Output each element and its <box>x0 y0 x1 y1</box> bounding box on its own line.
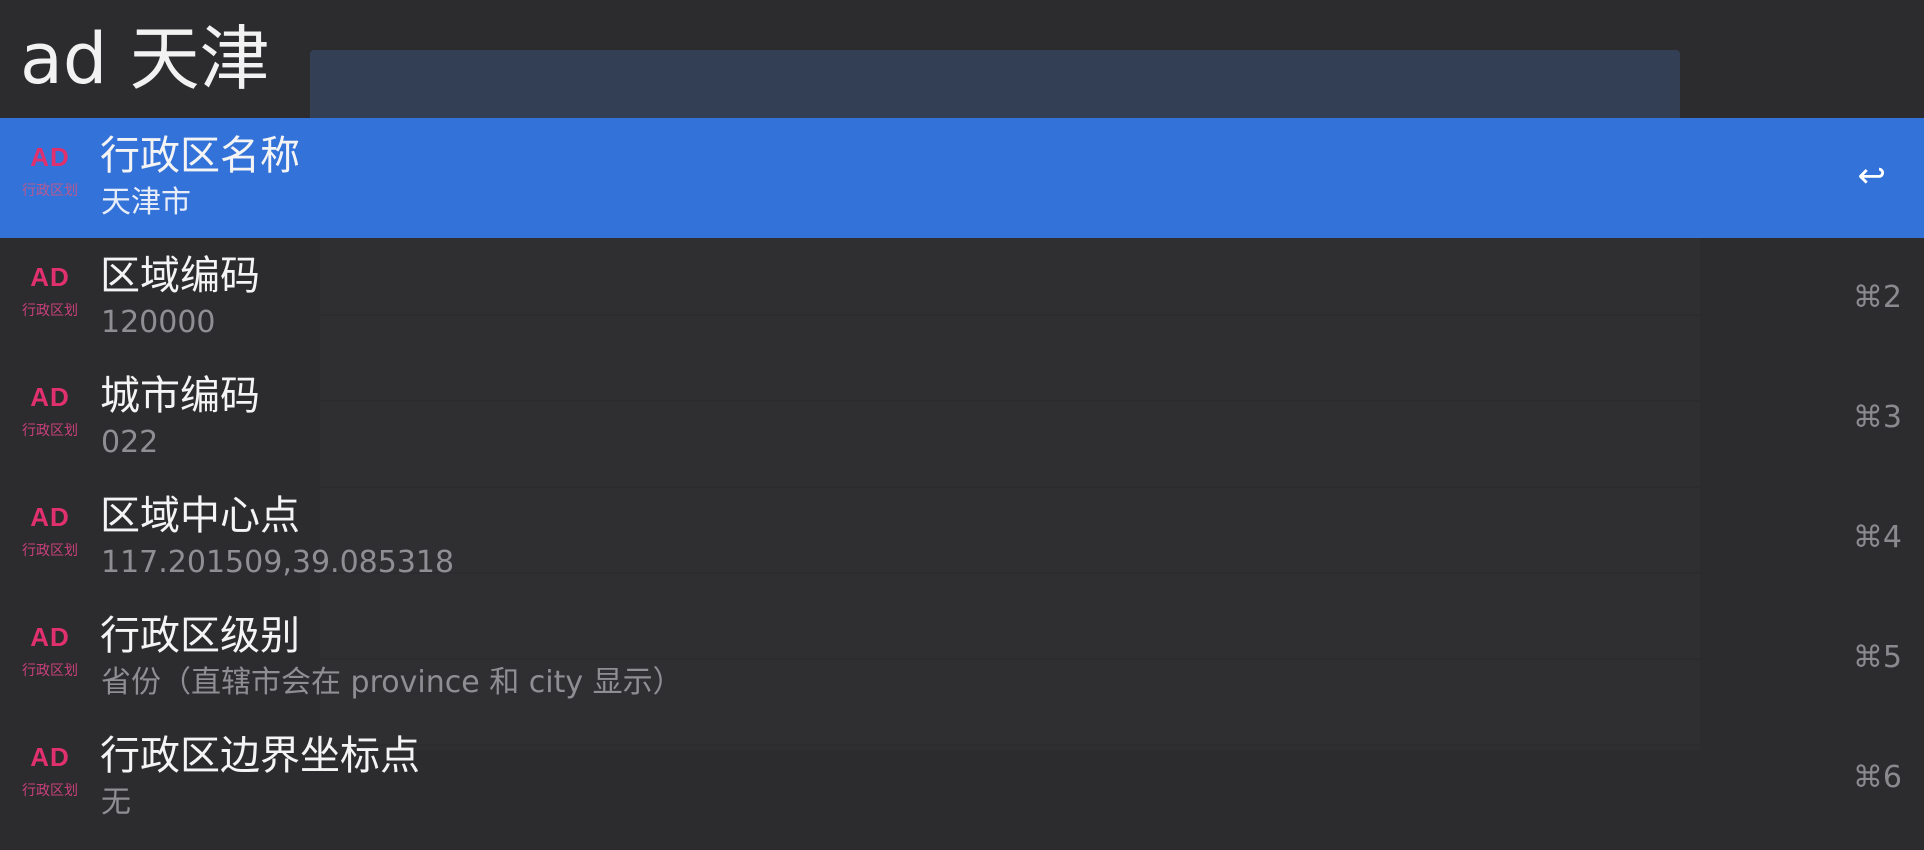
ad-icon-label: AD <box>30 262 70 292</box>
result-subtitle: 120000 <box>101 305 216 340</box>
ad-icon-label: AD <box>30 742 70 772</box>
ad-icon-caption: 行政区划 <box>22 663 78 679</box>
result-title: 行政区边界坐标点 <box>100 733 420 779</box>
result-subtitle: 天津市 <box>101 185 191 220</box>
result-row-area-code[interactable]: AD 行政区划 区域编码 120000 ⌘2 <box>0 238 1924 358</box>
ad-icon: AD 行政区划 <box>14 622 86 690</box>
result-row-center-point[interactable]: AD 行政区划 区域中心点 117.201509,39.085318 ⌘4 <box>0 478 1924 598</box>
result-title: 区域中心点 <box>100 493 300 539</box>
ad-icon-label: AD <box>30 382 70 412</box>
result-shortcut: ⌘5 <box>1852 640 1902 675</box>
result-row-boundary-points[interactable]: AD 行政区划 行政区边界坐标点 无 ⌘6 <box>0 718 1924 838</box>
result-subtitle: 117.201509,39.085318 <box>101 545 455 580</box>
launcher-window: AD 行政区划 行政区名称 天津市 ↩ AD 行政区划 区域编码 120000 … <box>0 0 1924 850</box>
result-row-city-code[interactable]: AD 行政区划 城市编码 022 ⌘3 <box>0 358 1924 478</box>
search-input[interactable] <box>20 14 1820 104</box>
result-title: 城市编码 <box>100 373 260 419</box>
search-bar <box>0 0 1924 118</box>
ad-icon-caption: 行政区划 <box>22 303 78 319</box>
ad-icon: AD 行政区划 <box>14 262 86 330</box>
result-row-admin-name[interactable]: AD 行政区划 行政区名称 天津市 ↩ <box>0 118 1924 238</box>
ad-icon: AD 行政区划 <box>14 502 86 570</box>
ad-icon-label: AD <box>30 142 70 172</box>
result-subtitle: 无 <box>101 785 131 820</box>
result-shortcut: ⌘6 <box>1852 760 1902 795</box>
result-shortcut: ⌘4 <box>1852 520 1902 555</box>
ad-icon-caption: 行政区划 <box>22 183 78 199</box>
result-row-admin-level[interactable]: AD 行政区划 行政区级别 省份（直辖市会在 province 和 city 显… <box>0 598 1924 718</box>
ad-icon: AD 行政区划 <box>14 142 86 210</box>
result-title: 行政区名称 <box>100 133 300 179</box>
result-title: 行政区级别 <box>100 613 300 659</box>
ad-icon-caption: 行政区划 <box>22 423 78 439</box>
ad-icon-caption: 行政区划 <box>22 783 78 799</box>
enter-key-icon: ↩ <box>1857 156 1887 196</box>
ad-icon-label: AD <box>30 502 70 532</box>
result-title: 区域编码 <box>100 253 260 299</box>
results-list: AD 行政区划 行政区名称 天津市 ↩ AD 行政区划 区域编码 120000 … <box>0 118 1924 838</box>
ad-icon: AD 行政区划 <box>14 382 86 450</box>
ad-icon: AD 行政区划 <box>14 742 86 810</box>
result-subtitle: 省份（直辖市会在 province 和 city 显示） <box>101 665 683 700</box>
result-shortcut: ⌘2 <box>1852 280 1902 315</box>
result-shortcut: ⌘3 <box>1852 400 1902 435</box>
ad-icon-caption: 行政区划 <box>22 543 78 559</box>
result-subtitle: 022 <box>101 425 159 460</box>
ad-icon-label: AD <box>30 622 70 652</box>
